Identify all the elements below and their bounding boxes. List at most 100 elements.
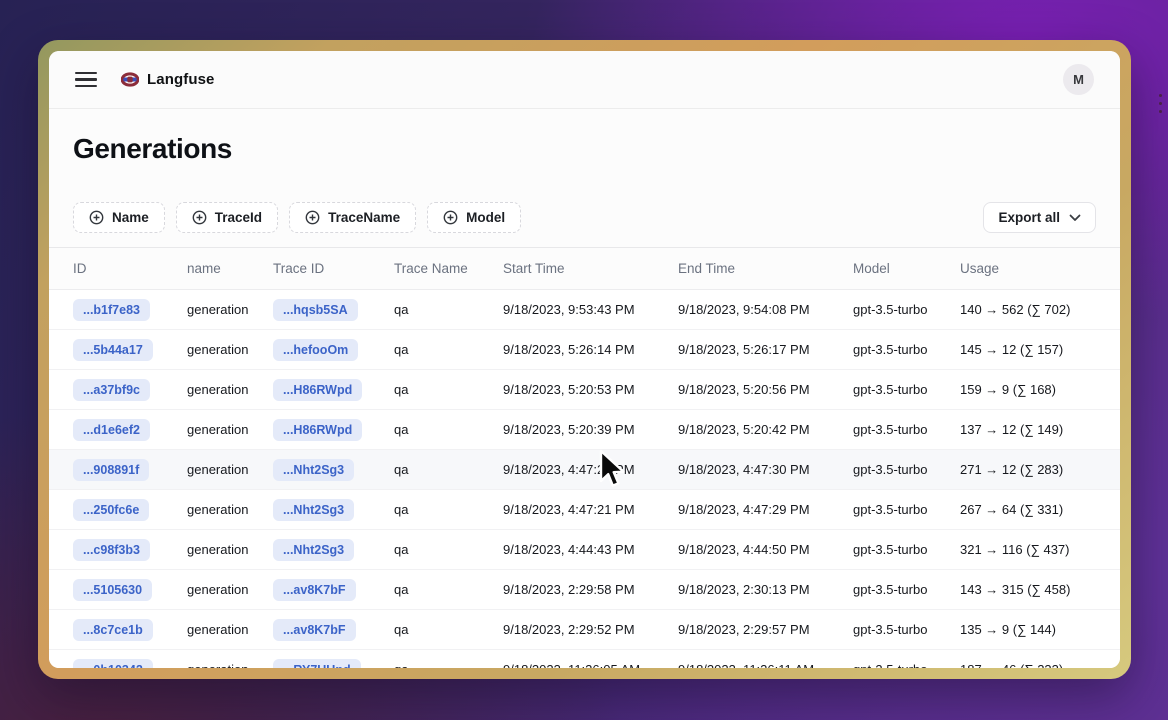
- filter-button-traceid[interactable]: TraceId: [176, 202, 278, 233]
- table-row[interactable]: ...a37bf9c generation ...H86RWpd qa 9/18…: [49, 370, 1120, 410]
- start-time-cell: 9/18/2023, 4:44:43 PM: [503, 542, 678, 557]
- usage-cell: 140 → 562 (∑ 702): [960, 302, 1096, 317]
- model-cell: gpt-3.5-turbo: [853, 662, 960, 668]
- column-header-trace-id: Trace ID: [273, 261, 394, 276]
- trace-name-cell: qa: [394, 382, 503, 397]
- usage-cell: 187 → 46 (∑ 233): [960, 662, 1096, 668]
- app-header: Langfuse M: [49, 51, 1120, 109]
- usage-cell: 145 → 12 (∑ 157): [960, 342, 1096, 357]
- model-cell: gpt-3.5-turbo: [853, 302, 960, 317]
- trace-id-badge[interactable]: ...av8K7bF: [273, 579, 356, 601]
- table-row[interactable]: ...d1e6ef2 generation ...H86RWpd qa 9/18…: [49, 410, 1120, 450]
- table-row[interactable]: ...5105630 generation ...av8K7bF qa 9/18…: [49, 570, 1120, 610]
- column-header-model: Model: [853, 261, 960, 276]
- table-row[interactable]: ...b1f7e83 generation ...hqsb5SA qa 9/18…: [49, 290, 1120, 330]
- name-cell: generation: [187, 622, 273, 637]
- usage-cell: 321 → 116 (∑ 437): [960, 542, 1096, 557]
- generation-id-badge[interactable]: ...908891f: [73, 459, 149, 481]
- filter-button-tracename[interactable]: TraceName: [289, 202, 416, 233]
- trace-id-badge[interactable]: ...RY7UUpd: [273, 659, 361, 669]
- chevron-down-icon: [1069, 214, 1081, 222]
- circle-plus-icon: [192, 210, 207, 225]
- table-header-row: ID name Trace ID Trace Name Start Time E…: [49, 248, 1120, 290]
- model-cell: gpt-3.5-turbo: [853, 462, 960, 477]
- name-cell: generation: [187, 462, 273, 477]
- trace-id-badge[interactable]: ...hefooOm: [273, 339, 358, 361]
- usage-cell: 137 → 12 (∑ 149): [960, 422, 1096, 437]
- trace-name-cell: qa: [394, 542, 503, 557]
- end-time-cell: 9/18/2023, 11:26:11 AM: [678, 662, 853, 668]
- filter-toolbar: Name TraceId TraceName Model: [73, 202, 1096, 233]
- generation-id-badge[interactable]: ...0b10342: [73, 659, 153, 669]
- table-body: ...b1f7e83 generation ...hqsb5SA qa 9/18…: [49, 290, 1120, 668]
- trace-id-badge[interactable]: ...Nht2Sg3: [273, 539, 354, 561]
- trace-id-badge[interactable]: ...av8K7bF: [273, 619, 356, 641]
- generation-id-badge[interactable]: ...d1e6ef2: [73, 419, 150, 441]
- name-cell: generation: [187, 582, 273, 597]
- export-all-label: Export all: [998, 210, 1060, 225]
- name-cell: generation: [187, 342, 273, 357]
- generation-id-badge[interactable]: ...5105630: [73, 579, 152, 601]
- circle-plus-icon: [443, 210, 458, 225]
- column-header-name: name: [187, 261, 273, 276]
- usage-cell: 267 → 64 (∑ 331): [960, 502, 1096, 517]
- trace-name-cell: qa: [394, 302, 503, 317]
- filter-label: TraceName: [328, 210, 400, 225]
- generation-id-badge[interactable]: ...8c7ce1b: [73, 619, 153, 641]
- app-title: Langfuse: [147, 71, 214, 88]
- window-grip-dots: [1159, 94, 1162, 113]
- circle-plus-icon: [305, 210, 320, 225]
- column-header-id: ID: [73, 261, 187, 276]
- langfuse-logo-icon: [121, 72, 139, 87]
- generation-id-badge[interactable]: ...b1f7e83: [73, 299, 150, 321]
- generation-id-badge[interactable]: ...250fc6e: [73, 499, 149, 521]
- model-cell: gpt-3.5-turbo: [853, 342, 960, 357]
- page-title: Generations: [73, 133, 232, 165]
- trace-name-cell: qa: [394, 582, 503, 597]
- filter-label: TraceId: [215, 210, 262, 225]
- trace-id-badge[interactable]: ...hqsb5SA: [273, 299, 358, 321]
- trace-name-cell: qa: [394, 422, 503, 437]
- column-header-end-time: End Time: [678, 261, 853, 276]
- column-header-trace-name: Trace Name: [394, 261, 503, 276]
- name-cell: generation: [187, 502, 273, 517]
- app-window: Langfuse M Generations Name TraceId: [38, 40, 1131, 679]
- filter-button-model[interactable]: Model: [427, 202, 521, 233]
- generation-id-badge[interactable]: ...a37bf9c: [73, 379, 150, 401]
- end-time-cell: 9/18/2023, 5:20:56 PM: [678, 382, 853, 397]
- start-time-cell: 9/18/2023, 5:20:39 PM: [503, 422, 678, 437]
- start-time-cell: 9/18/2023, 4:47:28 PM: [503, 462, 678, 477]
- table-row[interactable]: ...908891f generation ...Nht2Sg3 qa 9/18…: [49, 450, 1120, 490]
- filter-label: Model: [466, 210, 505, 225]
- table-row[interactable]: ...250fc6e generation ...Nht2Sg3 qa 9/18…: [49, 490, 1120, 530]
- filter-button-name[interactable]: Name: [73, 202, 165, 233]
- trace-id-badge[interactable]: ...Nht2Sg3: [273, 499, 354, 521]
- generation-id-badge[interactable]: ...c98f3b3: [73, 539, 150, 561]
- circle-plus-icon: [89, 210, 104, 225]
- user-avatar[interactable]: M: [1063, 64, 1094, 95]
- table-row[interactable]: ...8c7ce1b generation ...av8K7bF qa 9/18…: [49, 610, 1120, 650]
- end-time-cell: 9/18/2023, 9:54:08 PM: [678, 302, 853, 317]
- trace-id-badge[interactable]: ...H86RWpd: [273, 419, 362, 441]
- end-time-cell: 9/18/2023, 5:20:42 PM: [678, 422, 853, 437]
- table-row[interactable]: ...c98f3b3 generation ...Nht2Sg3 qa 9/18…: [49, 530, 1120, 570]
- menu-hamburger-icon[interactable]: [75, 72, 97, 88]
- end-time-cell: 9/18/2023, 2:30:13 PM: [678, 582, 853, 597]
- model-cell: gpt-3.5-turbo: [853, 622, 960, 637]
- generations-table: ID name Trace ID Trace Name Start Time E…: [49, 247, 1120, 668]
- generation-id-badge[interactable]: ...5b44a17: [73, 339, 153, 361]
- langfuse-app: Langfuse M Generations Name TraceId: [49, 51, 1120, 668]
- model-cell: gpt-3.5-turbo: [853, 382, 960, 397]
- brand[interactable]: Langfuse: [121, 71, 214, 88]
- trace-name-cell: qa: [394, 462, 503, 477]
- start-time-cell: 9/18/2023, 5:26:14 PM: [503, 342, 678, 357]
- model-cell: gpt-3.5-turbo: [853, 422, 960, 437]
- usage-cell: 271 → 12 (∑ 283): [960, 462, 1096, 477]
- trace-id-badge[interactable]: ...Nht2Sg3: [273, 459, 354, 481]
- table-row[interactable]: ...5b44a17 generation ...hefooOm qa 9/18…: [49, 330, 1120, 370]
- trace-id-badge[interactable]: ...H86RWpd: [273, 379, 362, 401]
- trace-name-cell: qa: [394, 662, 503, 668]
- export-all-button[interactable]: Export all: [983, 202, 1096, 233]
- end-time-cell: 9/18/2023, 4:44:50 PM: [678, 542, 853, 557]
- table-row[interactable]: ...0b10342 generation ...RY7UUpd qa 9/18…: [49, 650, 1120, 668]
